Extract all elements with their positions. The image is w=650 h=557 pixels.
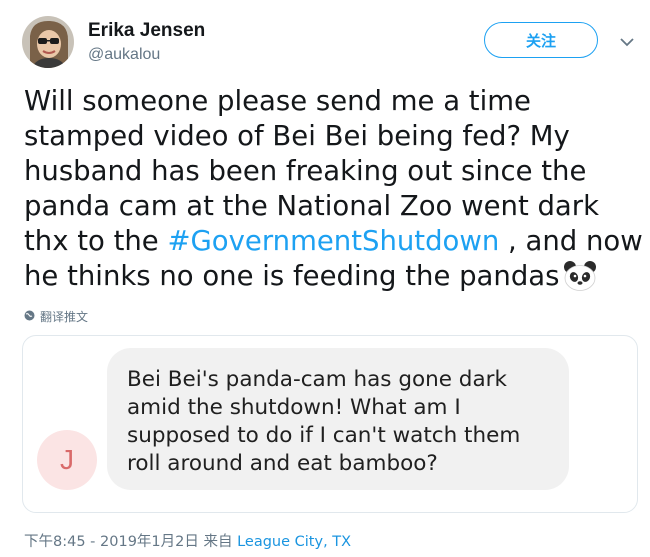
chevron-down-icon[interactable] [620, 34, 634, 52]
quoted-avatar: J [37, 430, 97, 490]
follow-button[interactable]: 关注 [484, 22, 598, 58]
location-link[interactable]: League City, TX [237, 534, 351, 550]
translate-link[interactable]: 翻译推文 [24, 308, 88, 325]
tweet-text: Will someone please send me a time stamp… [24, 84, 644, 294]
timestamp[interactable]: 下午8:45 - 2019年1月2日 [24, 534, 199, 550]
via-label: 来自 [203, 534, 233, 550]
author-name[interactable]: Erika Jensen [88, 20, 205, 42]
globe-icon [24, 310, 35, 324]
hashtag-link[interactable]: #GovernmentShutdown [167, 225, 499, 257]
quoted-message-bubble: Bei Bei's panda-cam has gone dark amid t… [107, 348, 569, 490]
panda-face-emoji-icon [563, 261, 597, 291]
quoted-tweet-card[interactable]: J Bei Bei's panda-cam has gone dark amid… [22, 335, 638, 513]
tweet-meta: 下午8:45 - 2019年1月2日 来自 League City, TX [24, 530, 351, 551]
avatar[interactable] [22, 16, 74, 68]
author-handle[interactable]: @aukalou [88, 46, 160, 64]
translate-label: 翻译推文 [40, 310, 89, 324]
